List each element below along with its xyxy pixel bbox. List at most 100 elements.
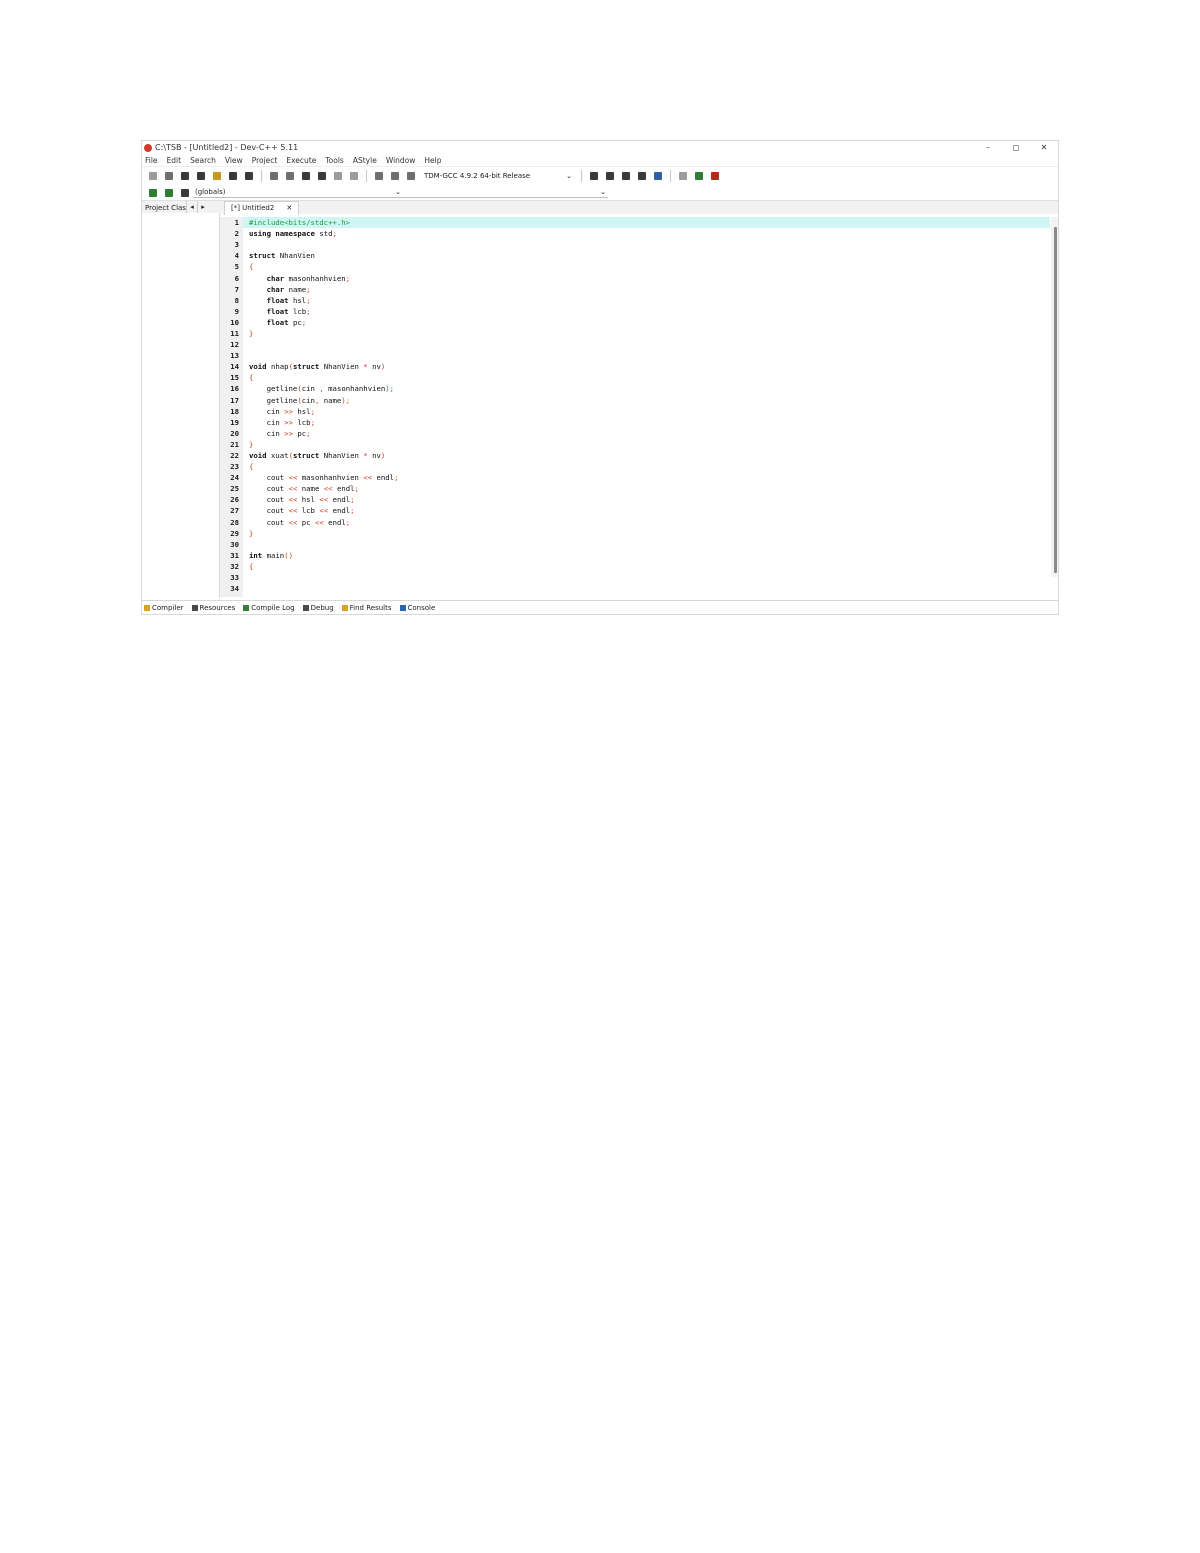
globals-select[interactable]: (globals) ⌄ xyxy=(193,187,403,198)
minimize-button[interactable]: – xyxy=(974,143,1002,152)
code-line[interactable]: 7 char name; xyxy=(235,284,1050,295)
stop-icon[interactable] xyxy=(711,172,719,180)
code-line[interactable]: 15 { xyxy=(230,372,1050,383)
menu-project[interactable]: Project xyxy=(252,156,278,165)
code-text: { xyxy=(249,262,254,272)
line-number: 1 xyxy=(234,218,239,228)
code-line[interactable]: 19 cin >> lcb; xyxy=(230,417,1050,428)
code-line[interactable]: 29} xyxy=(230,528,1050,539)
main-area: 1 #include<bits/stdc++.h> 2 using namespace… xyxy=(142,213,1058,598)
code-line[interactable]: 3 xyxy=(235,239,1050,250)
redo-icon[interactable] xyxy=(286,172,294,180)
run-icon[interactable] xyxy=(606,172,614,180)
code-line[interactable]: 27 cout << lcb << endl; xyxy=(230,505,1050,516)
code-line[interactable]: 16 getline(cin , masonhanhvien); xyxy=(230,383,1050,394)
menu-edit[interactable]: Edit xyxy=(167,156,182,165)
compile-run-icon[interactable] xyxy=(622,172,630,180)
save-all-icon[interactable] xyxy=(197,172,205,180)
profile-icon[interactable] xyxy=(695,172,703,180)
code-line[interactable]: 2 using namespace std; xyxy=(235,228,1050,239)
line-number: 22 xyxy=(230,451,239,461)
project-add-icon[interactable] xyxy=(391,172,399,180)
code-line[interactable]: 17 getline(cin, name); xyxy=(230,395,1050,406)
code-line[interactable]: 11} xyxy=(230,328,1050,339)
tab-console[interactable]: Console xyxy=(398,604,435,612)
menu-help[interactable]: Help xyxy=(424,156,441,165)
menu-execute[interactable]: Execute xyxy=(286,156,316,165)
open-file-icon[interactable] xyxy=(165,172,173,180)
code-line[interactable]: 4 struct NhanVien xyxy=(235,250,1050,261)
code-line[interactable]: 5{ xyxy=(235,261,1050,272)
debug-icon[interactable] xyxy=(654,172,662,180)
code-line[interactable]: 9 float lcb; xyxy=(235,306,1050,317)
compiler-select-value: TDM-GCC 4.9.2 64-bit Release xyxy=(424,172,531,180)
code-text: } xyxy=(249,528,254,538)
chart-icon[interactable] xyxy=(679,172,687,180)
unindent-icon[interactable] xyxy=(350,172,358,180)
close-all-icon[interactable] xyxy=(229,172,237,180)
compile-icon[interactable] xyxy=(590,172,598,180)
maximize-button[interactable]: ◻ xyxy=(1002,143,1030,152)
save-icon[interactable] xyxy=(181,172,189,180)
compiler-select[interactable]: TDM-GCC 4.9.2 64-bit Release ⌄ xyxy=(423,169,573,183)
code-line[interactable]: 31 int main() xyxy=(230,550,1050,561)
menu-tools[interactable]: Tools xyxy=(325,156,343,165)
close-file-icon[interactable] xyxy=(213,172,221,180)
vertical-scrollbar[interactable] xyxy=(1051,217,1058,577)
members-select[interactable]: ⌄ xyxy=(403,187,608,198)
code-text: using namespace std; xyxy=(249,229,337,239)
menu-astyle[interactable]: AStyle xyxy=(353,156,377,165)
code-line[interactable]: 22 void xuat(struct NhanVien * nv) xyxy=(230,450,1050,461)
code-line[interactable]: 23 { xyxy=(230,461,1050,472)
code-line[interactable]: 28 cout << pc << endl; xyxy=(230,517,1050,528)
replace-icon[interactable] xyxy=(318,172,326,180)
code-line[interactable]: 12 xyxy=(230,339,1050,350)
code-line[interactable]: 20 cin >> pc; xyxy=(230,428,1050,439)
code-line[interactable]: 14 void nhap(struct NhanVien * nv) xyxy=(230,361,1050,372)
code-line[interactable]: 33 xyxy=(230,572,1050,583)
code-text: cin >> lcb; xyxy=(266,417,315,427)
code-editor[interactable]: 1 #include<bits/stdc++.h> 2 using namespace… xyxy=(220,213,1058,598)
print-icon[interactable] xyxy=(245,172,253,180)
code-line[interactable]: 10 float pc; xyxy=(230,317,1050,328)
new-file-icon[interactable] xyxy=(149,172,157,180)
code-line[interactable]: 8 float hsl; xyxy=(235,295,1050,306)
insert-icon[interactable] xyxy=(149,188,157,197)
line-number: 8 xyxy=(234,295,239,305)
menu-view[interactable]: View xyxy=(225,156,243,165)
scrollbar-thumb[interactable] xyxy=(1054,227,1057,573)
indent-icon[interactable] xyxy=(334,172,342,180)
tab-resources[interactable]: Resources xyxy=(190,604,235,612)
code-text: cout << masonhanhvien << endl; xyxy=(266,473,399,483)
menu-search[interactable]: Search xyxy=(190,156,216,165)
menu-window[interactable]: Window xyxy=(386,156,416,165)
undo-icon[interactable] xyxy=(270,172,278,180)
tab-compiler[interactable]: Compiler xyxy=(142,604,184,612)
find-icon[interactable] xyxy=(302,172,310,180)
menu-file[interactable]: File xyxy=(145,156,158,165)
code-line[interactable]: 24 cout << masonhanhvien << endl; xyxy=(230,472,1050,483)
code-line[interactable]: 21} xyxy=(230,439,1050,450)
tab-compile-log[interactable]: Compile Log xyxy=(241,604,295,612)
project-options-icon[interactable] xyxy=(407,172,415,180)
code-line[interactable]: 1 #include<bits/stdc++.h> xyxy=(235,217,1050,229)
code-text: cin >> pc; xyxy=(266,428,311,438)
code-line[interactable]: 34 xyxy=(230,583,1050,594)
code-line[interactable]: 6 char masonhanhvien; xyxy=(235,272,1050,283)
code-area[interactable]: 1 #include<bits/stdc++.h> 2 using namespace… xyxy=(230,217,1050,594)
close-tab-icon[interactable]: ✕ xyxy=(286,204,292,212)
code-line[interactable]: 13 xyxy=(230,350,1050,361)
tab-find-results[interactable]: Find Results xyxy=(340,604,392,612)
goto-bookmark-icon[interactable] xyxy=(181,188,189,197)
code-line[interactable]: 18 cin >> hsl; xyxy=(230,406,1050,417)
code-line[interactable]: 26 cout << hsl << endl; xyxy=(230,494,1050,505)
project-tab-label: Project Clas xyxy=(145,203,186,212)
code-line[interactable]: 30 xyxy=(230,539,1050,550)
rebuild-icon[interactable] xyxy=(638,172,646,180)
project-new-icon[interactable] xyxy=(375,172,383,180)
bookmark-icon[interactable] xyxy=(165,188,173,197)
close-button[interactable]: ✕ xyxy=(1030,143,1058,152)
code-line[interactable]: 32 { xyxy=(230,561,1050,572)
code-line[interactable]: 25 cout << name << endl; xyxy=(230,483,1050,494)
tab-debug[interactable]: Debug xyxy=(301,604,334,612)
